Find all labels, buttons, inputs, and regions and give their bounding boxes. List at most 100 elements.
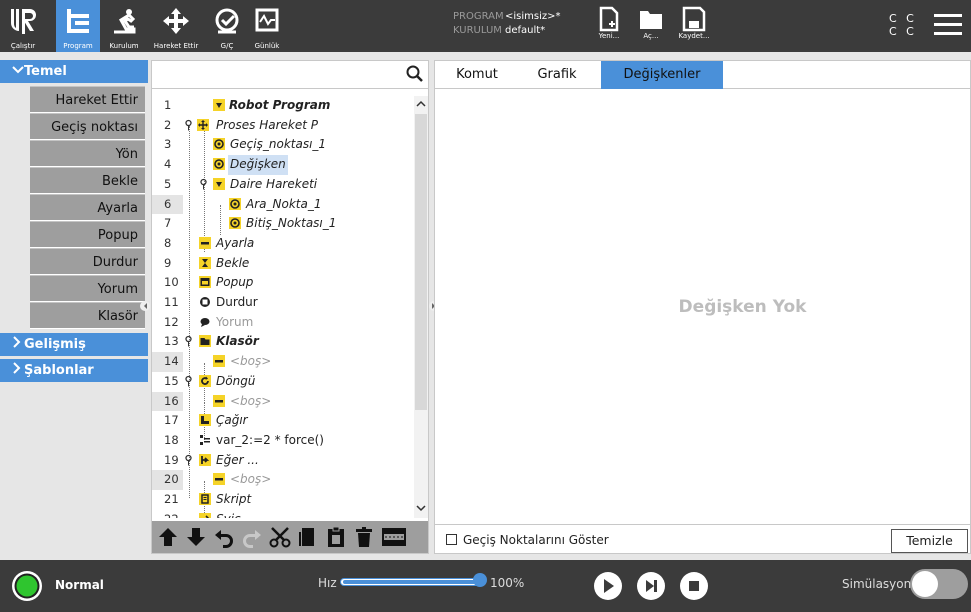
tab-variables[interactable]: Değişkenler: [601, 61, 723, 89]
clear-button[interactable]: Temizle: [891, 529, 968, 553]
tree-row[interactable]: 9 Bekle: [152, 254, 414, 274]
checkbox-box[interactable]: [446, 534, 457, 545]
cmd-comment[interactable]: Yorum: [30, 275, 145, 302]
program-icon: [67, 9, 89, 33]
cmd-move[interactable]: Hareket Ettir: [30, 86, 145, 113]
save-file-button[interactable]: Kaydet...: [674, 6, 714, 46]
io-tab-label: G/Ç: [220, 42, 234, 50]
tree-row[interactable]: 5 Daire Hareketi: [152, 175, 414, 195]
log-tab[interactable]: Günlük: [248, 0, 286, 52]
line-number: 14: [152, 352, 183, 372]
tree-row[interactable]: 18 var_2:=2 * force(): [152, 431, 414, 451]
tree-row[interactable]: 2 Proses Hareket P: [152, 116, 414, 136]
waypoint-icon: [229, 217, 241, 230]
tree-row[interactable]: 10 Popup: [152, 273, 414, 293]
speed-slider-handle[interactable]: [473, 573, 487, 587]
tree-row[interactable]: 13 Klasör: [152, 332, 414, 352]
tree-search: [152, 61, 428, 89]
io-tab[interactable]: G/Ç: [208, 0, 246, 52]
installation-tab[interactable]: Kurulum: [102, 0, 146, 52]
tree-row[interactable]: 7 Bitiş_Noktası_1: [152, 214, 414, 234]
cmd-waypoint[interactable]: Geçiş noktası: [30, 113, 145, 140]
scroll-down-icon[interactable]: [416, 504, 426, 512]
tree-row[interactable]: 1 Robot Program: [152, 96, 414, 116]
step-button[interactable]: [636, 571, 666, 601]
simulation-toggle[interactable]: [910, 569, 968, 599]
advanced-category[interactable]: Gelişmiş: [0, 333, 148, 356]
empty-node-icon: [213, 355, 225, 368]
program-tab-label: Program: [63, 42, 93, 50]
tree-row[interactable]: 16 <boş>: [152, 391, 414, 412]
tree-row[interactable]: 22 Syiç: [152, 510, 414, 518]
tree-row[interactable]: 21 Skript: [152, 490, 414, 510]
tree-scrollbar[interactable]: [414, 96, 428, 518]
save-icon: [682, 6, 706, 32]
cmd-folder[interactable]: Klasör: [30, 302, 145, 329]
cut-icon[interactable]: [268, 525, 292, 549]
tree-row[interactable]: 8 Ayarla: [152, 234, 414, 254]
basic-category-label: Temel: [24, 64, 67, 79]
tree-row[interactable]: 20 <boş>: [152, 470, 414, 490]
scroll-thumb[interactable]: [415, 114, 427, 410]
tree-row-selected[interactable]: 4 Değişken: [152, 155, 414, 175]
delete-icon[interactable]: [352, 525, 376, 549]
tree-row[interactable]: 6 Ara_Nokta_1: [152, 194, 414, 215]
undo-icon[interactable]: [212, 525, 236, 549]
cmd-popup[interactable]: Popup: [30, 221, 145, 248]
cmd-direction[interactable]: Yön: [30, 140, 145, 167]
line-number: 22: [152, 510, 183, 518]
tree-row[interactable]: 12 Yorum: [152, 313, 414, 333]
tree-row[interactable]: 19 Eğer ...: [152, 451, 414, 471]
cmd-halt[interactable]: Durdur: [30, 248, 145, 275]
switch-icon: [199, 512, 211, 518]
tree-row-label: Bitiş_Noktası_1: [246, 216, 337, 231]
search-input[interactable]: [152, 61, 392, 87]
search-icon[interactable]: [406, 65, 424, 87]
move-icon: [163, 8, 189, 34]
tree-row[interactable]: 11 Durdur: [152, 293, 414, 313]
collapse-left-icon[interactable]: [140, 300, 150, 316]
waypoint-icon: [213, 138, 225, 151]
tree-row-label: Proses Hareket P: [216, 117, 318, 132]
simulation-label: Simülasyon: [842, 577, 912, 591]
scroll-up-icon[interactable]: [416, 100, 426, 108]
tab-graphics[interactable]: Grafik: [525, 61, 589, 89]
redo-icon[interactable]: [240, 525, 264, 549]
cmd-wait[interactable]: Bekle: [30, 167, 145, 194]
move-down-icon[interactable]: [184, 525, 208, 549]
program-tree: 1 Robot Program 2 Proses Hareket P 3 Geç…: [152, 96, 414, 518]
show-waypoints-checkbox[interactable]: Geçiş Noktalarını Göster: [446, 533, 609, 547]
hamburger-menu-icon[interactable]: [934, 12, 962, 42]
stop-button[interactable]: [679, 571, 709, 601]
play-button[interactable]: [593, 571, 623, 601]
move-up-icon[interactable]: [156, 525, 180, 549]
tree-row[interactable]: 17 Çağır: [152, 411, 414, 431]
tree-row[interactable]: 15 Döngü: [152, 372, 414, 392]
cmd-set[interactable]: Ayarla: [30, 194, 145, 221]
comment-icon: [200, 317, 210, 327]
open-file-button[interactable]: Aç...: [631, 6, 671, 46]
copy-icon[interactable]: [296, 525, 320, 549]
program-tab[interactable]: Program: [56, 0, 100, 52]
run-tab[interactable]: Çalıştır: [0, 0, 46, 52]
tree-row[interactable]: 14 <boş>: [152, 352, 414, 372]
robot-status-button[interactable]: [10, 569, 44, 607]
new-file-button[interactable]: Yeni...: [589, 6, 629, 46]
tree-row[interactable]: 3 Geçiş_noktası_1: [152, 135, 414, 155]
tree-row-label: <boş>: [230, 393, 272, 408]
paste-icon[interactable]: [324, 525, 348, 549]
show-waypoints-label: Geçiş Noktalarını Göster: [463, 533, 609, 547]
basic-category[interactable]: Temel: [0, 60, 148, 83]
speed-slider[interactable]: [340, 578, 484, 586]
program-tree-panel: 1 Robot Program 2 Proses Hareket P 3 Geç…: [151, 60, 429, 554]
speed-slider-fill: [343, 580, 481, 584]
templates-category[interactable]: Şablonlar: [0, 359, 148, 382]
suppress-icon[interactable]: [380, 525, 408, 549]
cc-indicator: C C C C: [889, 12, 917, 38]
call-icon: [199, 414, 211, 427]
simulation-toggle-knob[interactable]: [912, 571, 938, 597]
line-number: 6: [152, 194, 183, 215]
move-tab[interactable]: Hareket Ettir: [150, 0, 202, 52]
variables-options: Geçiş Noktalarını Göster Temizle: [435, 524, 970, 554]
tab-command[interactable]: Komut: [445, 61, 509, 89]
